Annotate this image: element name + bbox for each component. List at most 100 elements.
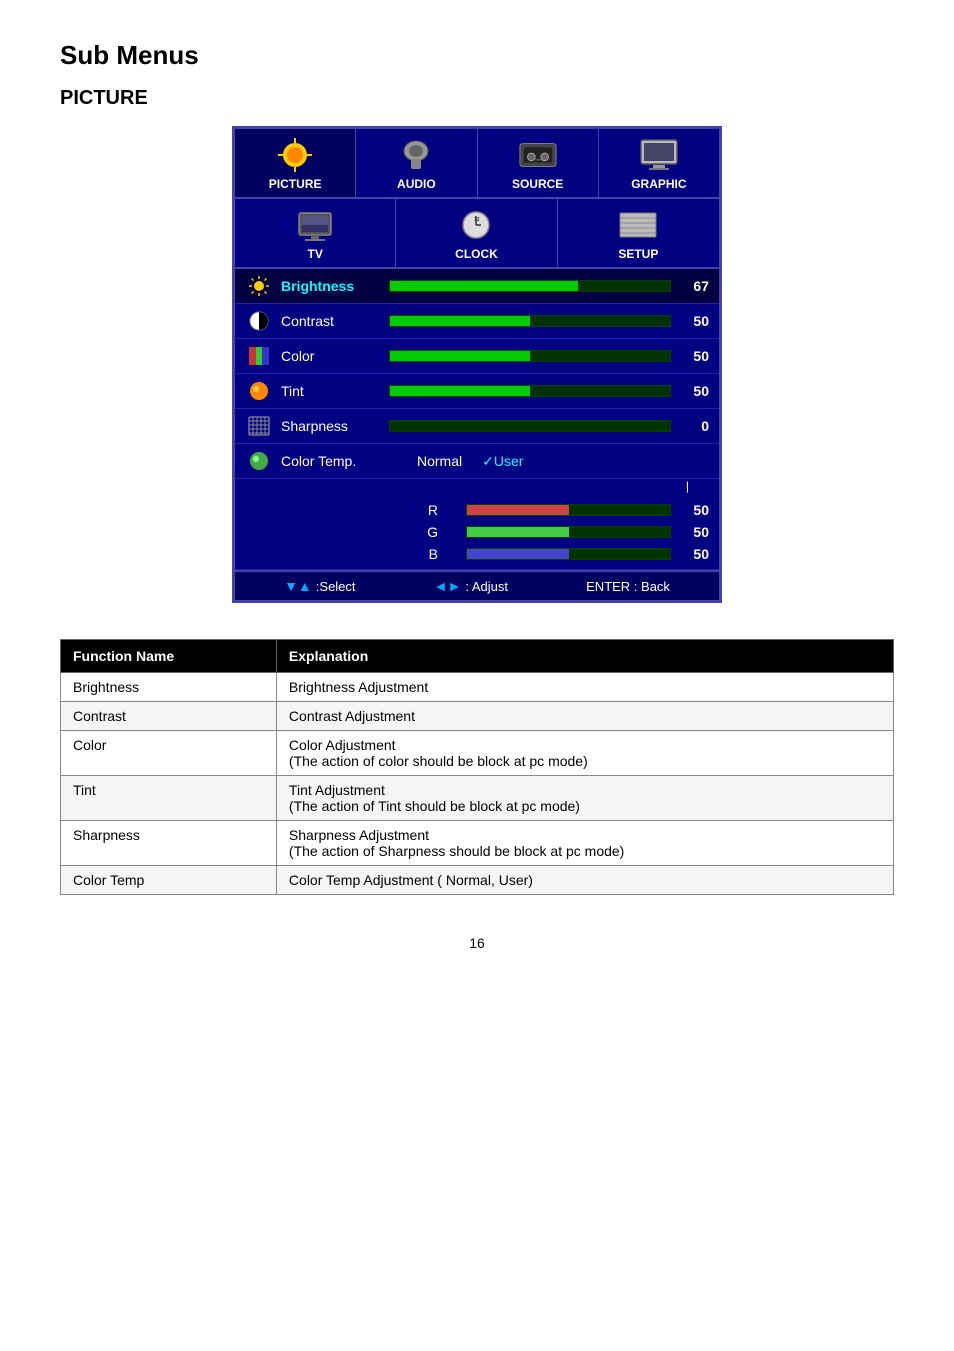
rgb-g-label: G <box>390 524 450 540</box>
table-cell-name: Tint <box>61 776 277 821</box>
brightness-icon <box>245 274 273 298</box>
ctrl-adjust: ◄► : Adjust <box>434 578 508 594</box>
table-row: Color TempColor Temp Adjustment ( Normal… <box>61 866 894 895</box>
back-label: ENTER : Back <box>586 579 670 594</box>
table-cell-explanation: Brightness Adjustment <box>276 673 893 702</box>
tab-tv[interactable]: TV <box>235 199 396 267</box>
rgb-row-g[interactable]: G 50 <box>245 521 709 543</box>
tab-setup-label: SETUP <box>618 247 658 261</box>
clock-icon: 12 <box>456 207 496 243</box>
rgb-g-bar-fill <box>467 527 569 537</box>
brightness-value: 67 <box>679 278 709 294</box>
brightness-bar <box>389 280 671 292</box>
menu-row-brightness[interactable]: Brightness 67 <box>235 269 719 304</box>
osd-menu: Brightness 67 Contrast <box>235 269 719 570</box>
tv-icon <box>295 207 335 243</box>
tab-audio-label: AUDIO <box>397 177 436 191</box>
setup-icon <box>618 207 658 243</box>
menu-row-tint[interactable]: Tint 50 <box>235 374 719 409</box>
rgb-r-bar-bg <box>466 504 671 516</box>
menu-row-colortemp[interactable]: Color Temp. Normal ✓User <box>235 444 719 479</box>
rgb-g-value: 50 <box>679 524 709 540</box>
rgb-g-bar-bg <box>466 526 671 538</box>
osd-tabs-row1: PICTURE AUDIO <box>235 129 719 199</box>
table-cell-name: Color Temp <box>61 866 277 895</box>
contrast-bar-fill <box>390 316 530 326</box>
rgb-row-b[interactable]: B 50 <box>245 543 709 565</box>
osd-box: PICTURE AUDIO <box>232 126 722 603</box>
col-header-explanation: Explanation <box>276 640 893 673</box>
tab-audio[interactable]: AUDIO <box>356 129 477 197</box>
sharpness-value: 0 <box>679 418 709 434</box>
tint-icon <box>245 379 273 403</box>
tab-clock[interactable]: 12 CLOCK <box>396 199 557 267</box>
tint-bar-fill <box>390 386 530 396</box>
table-row: SharpnessSharpness Adjustment(The action… <box>61 821 894 866</box>
rgb-b-label: B <box>390 546 450 562</box>
table-cell-explanation: Tint Adjustment(The action of Tint shoul… <box>276 776 893 821</box>
cursor-indicator: | <box>235 479 719 495</box>
function-table: Function Name Explanation BrightnessBrig… <box>60 639 894 895</box>
colortemp-icon <box>245 449 273 473</box>
color-bar <box>389 350 671 362</box>
tab-picture-label: PICTURE <box>269 177 322 191</box>
tab-source[interactable]: SOURCE <box>478 129 599 197</box>
sharpness-label: Sharpness <box>281 418 381 434</box>
table-cell-name: Color <box>61 731 277 776</box>
table-cell-name: Brightness <box>61 673 277 702</box>
tint-label: Tint <box>281 383 381 399</box>
sharpness-bar <box>389 420 671 432</box>
audio-icon <box>396 137 436 173</box>
tab-setup[interactable]: SETUP <box>558 199 719 267</box>
tint-value: 50 <box>679 383 709 399</box>
section-title: PICTURE <box>60 87 894 110</box>
contrast-value: 50 <box>679 313 709 329</box>
table-cell-explanation: Color Temp Adjustment ( Normal, User) <box>276 866 893 895</box>
rgb-row-r[interactable]: R 50 <box>245 499 709 521</box>
rgb-r-label: R <box>390 502 450 518</box>
ctrl-select: ▼▲ :Select <box>284 578 355 594</box>
table-row: ColorColor Adjustment(The action of colo… <box>61 731 894 776</box>
graphic-icon <box>639 137 679 173</box>
colortemp-user[interactable]: ✓User <box>482 453 523 470</box>
adjust-arrows: ◄► <box>434 578 462 594</box>
table-cell-explanation: Sharpness Adjustment(The action of Sharp… <box>276 821 893 866</box>
rgb-b-value: 50 <box>679 546 709 562</box>
sharpness-bar-bg <box>389 420 671 432</box>
osd-controls-bar: ▼▲ :Select ◄► : Adjust ENTER : Back <box>235 570 719 600</box>
osd-container: PICTURE AUDIO <box>60 126 894 603</box>
tab-picture[interactable]: PICTURE <box>235 129 356 197</box>
menu-row-color[interactable]: Color 50 <box>235 339 719 374</box>
tab-source-label: SOURCE <box>512 177 563 191</box>
svg-text:12: 12 <box>474 217 480 223</box>
sharpness-icon <box>245 414 273 438</box>
ctrl-back: ENTER : Back <box>586 578 670 594</box>
page-number: 16 <box>60 935 894 951</box>
adjust-label: : Adjust <box>465 579 508 594</box>
table-cell-explanation: Color Adjustment(The action of color sho… <box>276 731 893 776</box>
source-icon <box>518 137 558 173</box>
rgb-b-bar <box>466 548 671 560</box>
color-value: 50 <box>679 348 709 364</box>
rgb-b-bar-fill <box>467 549 569 559</box>
tab-graphic[interactable]: GRAPHIC <box>599 129 719 197</box>
colortemp-label: Color Temp. <box>281 453 417 469</box>
contrast-label: Contrast <box>281 313 381 329</box>
table-row: TintTint Adjustment(The action of Tint s… <box>61 776 894 821</box>
menu-row-sharpness[interactable]: Sharpness 0 <box>235 409 719 444</box>
tint-bar-bg <box>389 385 671 397</box>
colortemp-normal[interactable]: Normal <box>417 453 462 470</box>
brightness-bar-bg <box>389 280 671 292</box>
contrast-icon <box>245 309 273 333</box>
rgb-g-bar <box>466 526 671 538</box>
color-bar-bg <box>389 350 671 362</box>
color-bar-fill <box>390 351 530 361</box>
osd-tabs-row2: TV 12 CLOCK <box>235 199 719 269</box>
select-label: :Select <box>316 579 356 594</box>
rgb-r-bar-fill <box>467 505 569 515</box>
menu-row-contrast[interactable]: Contrast 50 <box>235 304 719 339</box>
brightness-bar-fill <box>390 281 578 291</box>
brightness-label: Brightness <box>281 278 381 294</box>
colortemp-options: Normal ✓User <box>417 453 523 470</box>
rgb-r-value: 50 <box>679 502 709 518</box>
